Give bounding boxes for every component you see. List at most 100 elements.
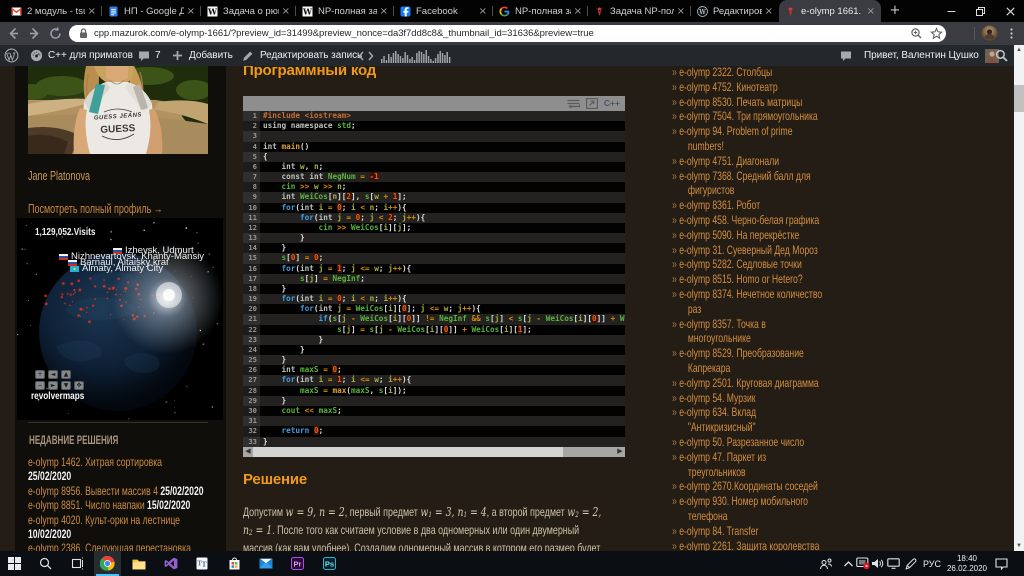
window-minimize-button[interactable] <box>936 0 966 22</box>
tab-close-icon[interactable]: × <box>867 6 875 17</box>
tray-monitorbadge-icon[interactable] <box>856 551 870 576</box>
menu-kebab-icon[interactable] <box>1003 25 1020 42</box>
sidebar-link-item[interactable]: » e-olymp 31. Суеверный Дед Мороз <box>672 243 823 258</box>
browser-tab-1[interactable]: 2 модуль - tsush× <box>5 0 102 22</box>
notes-bubble-icon[interactable] <box>840 45 852 66</box>
profile-full-link[interactable]: Посмотреть полный профиль → <box>28 202 163 216</box>
lock-icon[interactable] <box>79 28 88 39</box>
sidebar-link-item[interactable]: » e-olymp 2670.Координаты соседей <box>672 479 823 494</box>
taskbar-search-icon[interactable] <box>33 551 59 576</box>
taskbar-start-icon[interactable] <box>1 551 27 576</box>
scrollbar-up-arrow[interactable]: ▲ <box>1014 45 1024 55</box>
edit-post-menu[interactable]: Редактировать запись <box>242 45 362 66</box>
sidebar-link-item[interactable]: » e-olymp 4751. Диагонали <box>672 154 823 169</box>
browser-tab-8[interactable]: WРедактировать× <box>691 0 779 22</box>
sidebar-link-item[interactable]: » e-olymp 8515. Homo or Hetero? <box>672 272 823 287</box>
address-bar[interactable]: cpp.mazurok.com/e-olymp-1661/?preview_id… <box>69 25 946 42</box>
sidebar-link-item[interactable]: » e-olymp 5090. На перекрёстке <box>672 228 823 243</box>
code-horizontal-scrollbar[interactable]: ◀ ▶ <box>243 447 625 457</box>
tray-language-label[interactable]: РУС <box>922 551 942 576</box>
tab-close-icon[interactable]: × <box>479 6 487 17</box>
tray-chevron-icon[interactable] <box>843 551 854 576</box>
sidebar-link-item[interactable]: » e-olymp 2501. Круговая диаграмма <box>672 376 823 391</box>
tray-action-icon[interactable] <box>995 551 1008 576</box>
reload-icon[interactable] <box>47 25 64 42</box>
sidebar-link-item[interactable]: » e-olymp 54. Мурзик <box>672 391 823 406</box>
sidebar-link-item[interactable]: » e-olymp 50. Разрезанное число <box>672 435 823 450</box>
sidebar-link-item[interactable]: » e-olymp 458. Черно-белая графика <box>672 213 823 228</box>
taskbar-photoshop-icon[interactable]: Ps <box>316 551 342 576</box>
map-pan-left-button[interactable]: ◄ <box>48 370 58 379</box>
browser-tab-2[interactable]: НП - Google До× <box>102 0 201 22</box>
recent-solution-item[interactable]: e-olymp 8956. Вывести массив 4 25/02/202… <box>28 484 207 498</box>
open-in-window-icon[interactable] <box>586 98 598 109</box>
browser-tab-7[interactable]: Задача NP-пол× <box>588 0 691 22</box>
sidebar-link-item[interactable]: » e-olymp 930. Номер мобильного телефона <box>672 494 823 524</box>
scroll-left-arrow[interactable]: ◀ <box>243 447 253 457</box>
browser-scrollbar[interactable]: ▲ ▼ <box>1014 45 1024 551</box>
sidebar-link-item[interactable]: » e-olymp 2322. Столбцы <box>672 66 823 80</box>
taskbar-mail-icon[interactable] <box>253 551 279 576</box>
map-pan-down-button[interactable]: ▼ <box>61 381 71 390</box>
site-menu[interactable]: C++ для приматов <box>30 45 133 66</box>
tray-clock[interactable]: 18:4026.02.2020 <box>943 554 991 574</box>
recent-solution-item[interactable]: e-olymp 4020. Культ-орки на лестнице 10/… <box>28 513 207 542</box>
browser-tab-3[interactable]: WЗадача о рюкза× <box>201 0 296 22</box>
tab-close-icon[interactable]: × <box>187 6 195 17</box>
profile-avatar[interactable] <box>981 25 998 42</box>
sidebar-link-item[interactable]: » e-olymp 5282. Седловые точки <box>672 257 823 272</box>
sidebar-link-item[interactable]: » e-olymp 7504. Три прямоугольника <box>672 109 823 124</box>
back-icon[interactable] <box>5 25 22 42</box>
sidebar-link-item[interactable]: » e-olymp 8530. Печать матрицы <box>672 95 823 110</box>
browser-tab-6[interactable]: NP-полная зада× <box>493 0 588 22</box>
scroll-right-arrow[interactable]: ▶ <box>615 447 625 457</box>
taskbar-fonts-icon[interactable]: TT <box>189 551 215 576</box>
tray-speaker-icon[interactable] <box>871 551 884 576</box>
window-close-button[interactable] <box>995 0 1024 22</box>
tray-people-icon[interactable] <box>819 551 833 576</box>
map-zoom-out-button[interactable]: − <box>35 381 45 390</box>
account-menu[interactable]: Привет, Валентин Цушко <box>864 45 999 66</box>
tab-close-icon[interactable]: × <box>677 6 685 17</box>
taskbar-explorer-icon[interactable] <box>126 551 152 576</box>
recent-solution-item[interactable]: e-olymp 8851. Число навпаки 15/02/2020 <box>28 498 207 512</box>
recent-solution-item[interactable]: e-olymp 1462. Хитрая сортировка 25/02/20… <box>28 455 207 484</box>
new-tab-button[interactable]: + <box>888 4 902 18</box>
map-pan-up-button[interactable]: ▲ <box>61 370 71 379</box>
browser-tab-9[interactable]: e-olymp 1661. Р× <box>779 0 881 22</box>
code-tag-icon[interactable] <box>358 45 374 66</box>
sidebar-link-item[interactable]: » e-olymp 94. Problem of prime numbers! <box>672 124 823 154</box>
taskbar-taskview-icon[interactable] <box>64 551 90 576</box>
sidebar-link-item[interactable]: » e-olymp 8374. Нечетное количество раз <box>672 287 823 317</box>
scrollbar-thumb[interactable] <box>1014 85 1024 112</box>
taskbar-visualstudio-icon[interactable] <box>158 551 184 576</box>
sidebar-link-item[interactable]: » e-olymp 8529. Преобразование Капрекара <box>672 346 823 376</box>
browser-tab-5[interactable]: Facebook× <box>394 0 493 22</box>
tab-close-icon[interactable]: × <box>282 6 290 17</box>
taskbar-chrome-icon[interactable] <box>95 551 121 576</box>
scrollbar-down-arrow[interactable]: ▼ <box>1014 541 1024 551</box>
tab-close-icon[interactable]: × <box>765 6 773 17</box>
sidebar-link-item[interactable]: » e-olymp 4752. Кинотеатр <box>672 80 823 95</box>
tab-close-icon[interactable]: × <box>380 6 388 17</box>
sidebar-link-item[interactable]: » e-olymp 634. Вклад "Антикризисный" <box>672 405 823 435</box>
sidebar-link-item[interactable]: » e-olymp 84. Transfer <box>672 524 823 539</box>
toggle-wrap-lines-icon[interactable] <box>567 99 580 109</box>
taskbar-premiere-icon[interactable]: Pr <box>284 551 310 576</box>
admin-search-icon[interactable] <box>995 45 1008 66</box>
recent-solution-item[interactable]: e-olymp 2386. Следующая перестановка <box>28 541 207 551</box>
tray-pen-icon[interactable] <box>905 551 917 576</box>
comments-menu[interactable]: 7 <box>138 45 161 66</box>
map-zoom-in-button[interactable]: + <box>35 370 45 379</box>
sidebar-link-item[interactable]: » e-olymp 2261. Защита королевства <box>672 539 823 552</box>
stats-sparkline-icon[interactable] <box>381 45 451 66</box>
sidebar-link-item[interactable]: » e-olymp 8357. Точка в многоугольнике <box>672 317 823 347</box>
tray-monitor2-icon[interactable] <box>887 551 900 576</box>
bookmark-star-icon[interactable] <box>930 27 943 40</box>
sidebar-link-item[interactable]: » e-olymp 47. Паркет из треугольников <box>672 450 823 480</box>
taskbar-store-icon[interactable] <box>221 551 247 576</box>
new-content-menu[interactable]: Добавить <box>172 45 233 66</box>
browser-tab-4[interactable]: WNP-полная зада× <box>296 0 394 22</box>
tab-close-icon[interactable]: × <box>88 6 96 17</box>
tab-close-icon[interactable]: × <box>574 6 582 17</box>
